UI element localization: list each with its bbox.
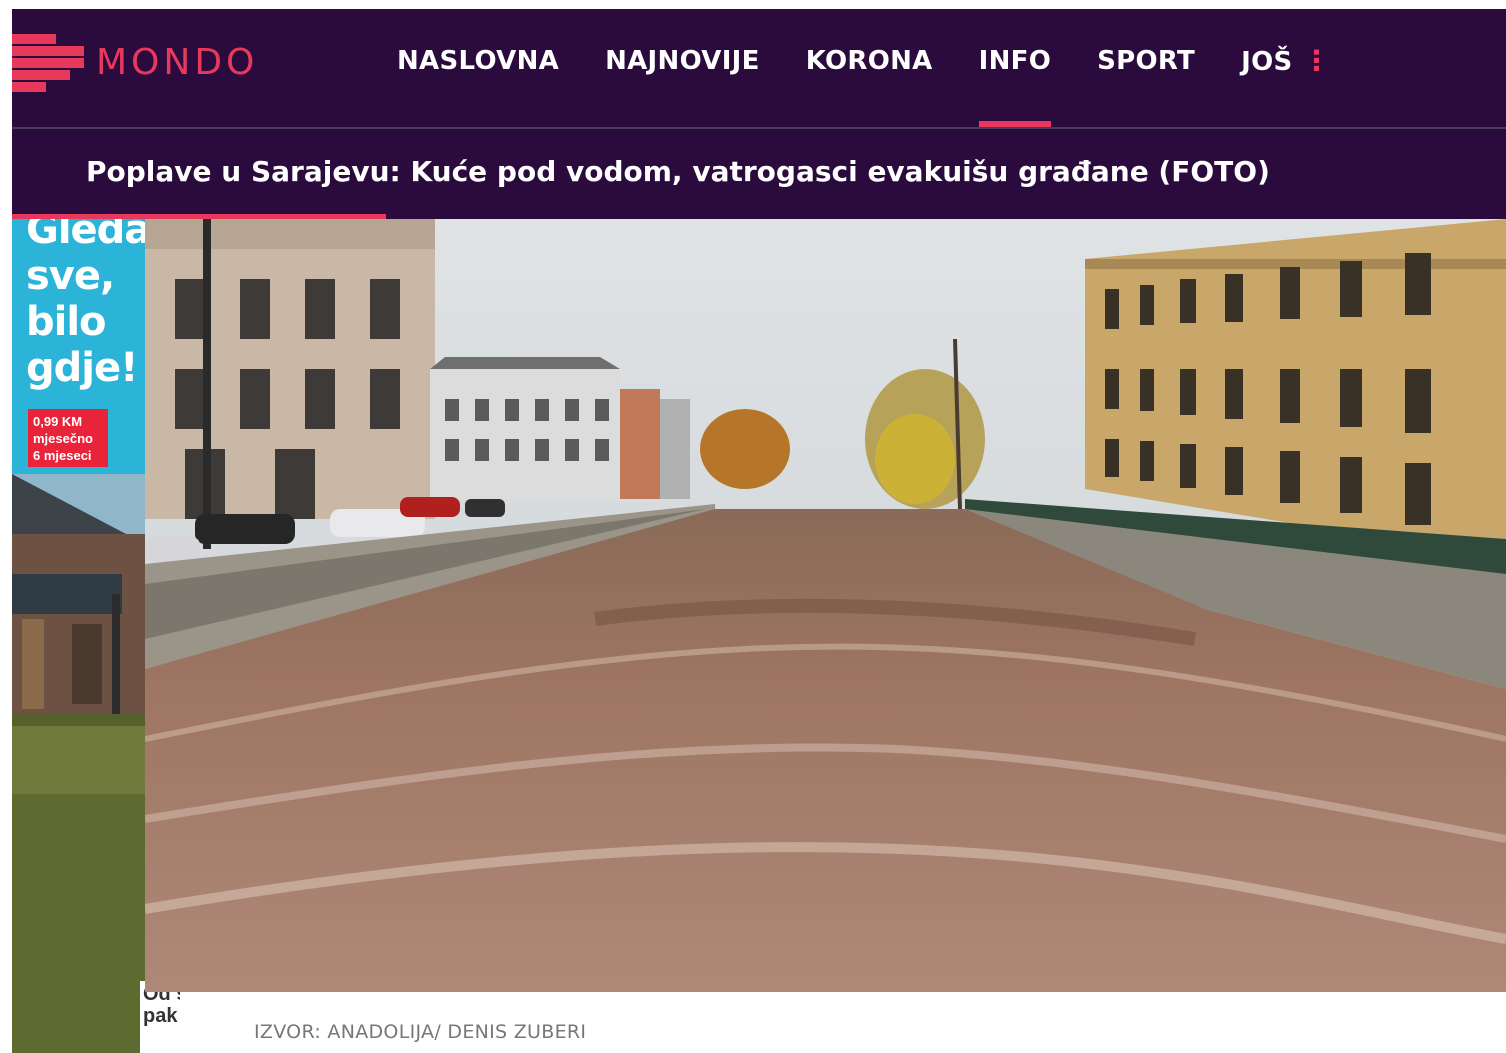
flooded-river-photo [145,219,1506,992]
ad-headline-line: bilo [26,299,107,345]
nav-item-korona[interactable]: KORONA [806,9,933,127]
ad-headline: Gledaj sve, bilo gdje! [26,219,145,391]
nav-item-naslovna[interactable]: NASLOVNA [397,9,559,127]
site-header: MONDO NASLOVNA NAJNOVIJE KORONA INFO SPO… [12,9,1506,129]
ad-price-line: 0,99 KM [33,414,83,429]
main-nav: NASLOVNA NAJNOVIJE KORONA INFO SPORT JOŠ… [397,9,1377,127]
more-vertical-icon: ⋮ [1302,44,1331,77]
logo-text: MONDO [96,42,259,83]
mondo-logo[interactable]: MONDO [12,34,272,94]
side-advertisement[interactable]: Gledaj sve, bilo gdje! 0,99 KM mjesečno … [12,219,145,1053]
ad-price-badge: 0,99 KM mjesečno 6 mjeseci [28,409,108,467]
nav-item-jos-label: JOŠ [1241,47,1293,77]
nav-item-najnovije[interactable]: NAJNOVIJE [605,9,760,127]
ad-price-line: 6 mjeseci [33,448,92,463]
photo-credit: IZVOR: ANADOLIJA/ DENIS ZUBERI [254,1021,587,1043]
ad-headline-line: gdje! [26,345,138,391]
article-title: Poplave u Sarajevu: Kuće pod vodom, vatr… [86,155,1270,188]
nav-item-info[interactable]: INFO [978,9,1052,127]
nav-item-sport[interactable]: SPORT [1097,9,1195,127]
logo-bars-icon [12,34,84,94]
ad-house-image [12,474,145,1053]
ad-headline-line: sve, [26,253,115,299]
browser-viewport: MONDO NASLOVNA NAJNOVIJE KORONA INFO SPO… [12,9,1506,1053]
ad-headline-line: Gledaj [26,219,145,253]
article-hero-photo[interactable] [145,219,1506,992]
ad-price-line: mjesečno [33,431,93,446]
nav-item-jos[interactable]: JOŠ ⋮ [1241,9,1331,127]
article-title-bar: Poplave u Sarajevu: Kuće pod vodom, vatr… [12,129,1506,219]
